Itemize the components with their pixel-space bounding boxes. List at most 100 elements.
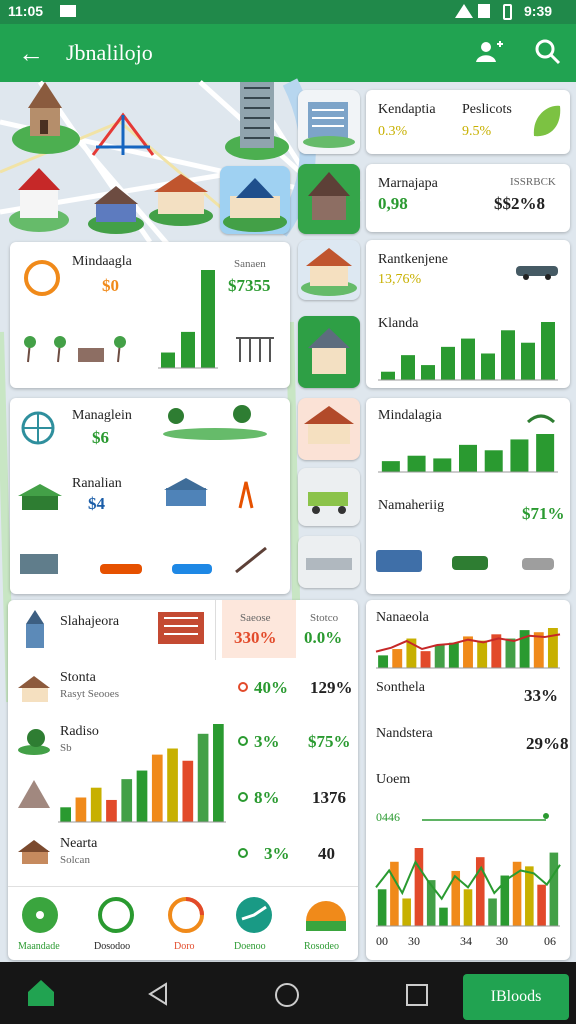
- map-tile-trailer[interactable]: [298, 536, 360, 588]
- orange-ring-icon[interactable]: [166, 895, 206, 935]
- panel-slahajeora[interactable]: Slahajeora Saeose 330% Stotco 0.0% Stont…: [8, 600, 358, 960]
- chart-bar: [541, 322, 555, 380]
- icon-label: Dosodoo: [94, 941, 131, 952]
- map-tile-office[interactable]: [298, 90, 360, 154]
- chart-bar: [378, 655, 389, 668]
- add-user-icon[interactable]: [474, 38, 503, 66]
- house-icon: [18, 676, 50, 702]
- back-arrow-icon[interactable]: ←: [18, 38, 44, 69]
- tent-icon: [18, 780, 50, 808]
- chart-bar: [161, 352, 175, 368]
- bottom-action-button[interactable]: IBloods: [463, 974, 569, 1020]
- card-managlein[interactable]: Managlein $6 Ranalian $4: [10, 398, 290, 594]
- palace-icon: [9, 168, 69, 232]
- chart-bar: [439, 907, 448, 926]
- chart-bar: [481, 353, 495, 380]
- chart-bar: [401, 355, 415, 380]
- card-value: $0: [102, 276, 119, 295]
- teal-check-icon[interactable]: [234, 895, 274, 935]
- car-icon: [516, 266, 558, 280]
- card-value: 0446: [376, 810, 400, 824]
- chart-bar: [521, 342, 535, 380]
- map-tile-cottage[interactable]: [298, 240, 360, 300]
- card-value: 29%8: [526, 734, 569, 753]
- axis-label: 06: [544, 934, 556, 948]
- tab-label: Saeose: [240, 612, 271, 624]
- status-dot-icon: [238, 682, 248, 692]
- map-tile-cart[interactable]: [298, 468, 360, 526]
- chart-card-4: [375, 628, 561, 669]
- panel-title: Slahajeora: [60, 614, 120, 629]
- map-tile-villa[interactable]: [298, 316, 360, 388]
- tab-stotco[interactable]: Stotco 0.0%: [298, 600, 358, 658]
- card-nanaeola[interactable]: Nanaeola Sonthela 33% Nandstera 29%8 Uoe…: [366, 600, 570, 960]
- mail-icon: [60, 5, 76, 17]
- chart-card-2: [378, 322, 558, 381]
- pylon-icon: [236, 337, 274, 362]
- chart-bar: [390, 861, 399, 926]
- axis-label: 30: [408, 934, 420, 948]
- table-row[interactable]: Nearta Solcan 3% 40: [8, 830, 358, 884]
- card-value: $4: [88, 494, 105, 513]
- card-mindaagla[interactable]: Mindaagla $0 Sanaen $7355: [10, 242, 290, 388]
- slider-track[interactable]: [422, 812, 552, 826]
- tab-value: 330%: [234, 628, 277, 647]
- chart-bar: [136, 770, 148, 822]
- tab-value: 0.0%: [304, 628, 343, 647]
- back-triangle-icon[interactable]: [146, 982, 170, 1006]
- mansion-icon: [149, 174, 213, 226]
- search-icon[interactable]: [535, 39, 563, 67]
- card-value: 33%: [524, 686, 558, 705]
- chart-bar: [426, 880, 436, 926]
- home-circle-icon[interactable]: [274, 982, 300, 1008]
- ferris-wheel-icon: [91, 112, 155, 156]
- green-disc-icon[interactable]: [20, 895, 60, 935]
- castle-icon: [12, 82, 80, 154]
- chart-bar: [434, 644, 445, 668]
- row-right: 1376: [312, 788, 346, 807]
- recents-square-icon[interactable]: [406, 984, 428, 1006]
- card-label: Managlein: [72, 408, 132, 423]
- card-label: Nanaeola: [376, 610, 429, 625]
- row-right: $75%: [308, 732, 351, 751]
- tower-building-icon: [225, 82, 289, 160]
- pie-icon[interactable]: [304, 895, 348, 935]
- chart-bar: [60, 807, 71, 822]
- card-mindalagia[interactable]: Mindalagia Namaheriig $71%: [366, 398, 570, 594]
- green-ring-icon[interactable]: [96, 895, 136, 935]
- home-icon[interactable]: [26, 978, 56, 1008]
- signal-icon: [478, 4, 490, 18]
- chart-bar: [201, 270, 215, 368]
- palm-trees-icon: [24, 336, 126, 363]
- card-kendaptia[interactable]: Kendaptia Peslicots 0.3% 9.5%: [366, 90, 570, 154]
- chart-bar: [75, 797, 87, 822]
- chart-bar: [167, 748, 178, 822]
- card-rantkenjene[interactable]: Rantkenjene 13,76% Klanda: [366, 240, 570, 388]
- map-tile-church[interactable]: [220, 166, 290, 234]
- battery-icon: [503, 4, 512, 20]
- map-tile-townhouse[interactable]: [298, 398, 360, 460]
- card-label: Uoem: [376, 772, 411, 787]
- card-label: Mindalagia: [378, 408, 442, 423]
- map-tile-house[interactable]: [298, 164, 360, 234]
- row-sub: Solcan: [60, 854, 90, 866]
- chart-card-1: [158, 270, 218, 369]
- chart-card-5: [375, 848, 561, 927]
- chart-bar: [525, 866, 534, 926]
- park-icon: [163, 405, 267, 440]
- row-sub: Rasyt Seooes: [60, 688, 119, 700]
- status-dot-icon: [238, 848, 248, 858]
- chart-bar: [407, 455, 426, 472]
- chart-bar: [441, 346, 455, 380]
- ring-icon: [24, 260, 60, 296]
- table-row[interactable]: Stonta Rasyt Seooes 40% 129%: [8, 664, 358, 720]
- tab-saeose[interactable]: Saeose 330%: [222, 600, 296, 658]
- chart-bar: [381, 371, 395, 380]
- temple-icon: [18, 484, 62, 510]
- card-marnajapa[interactable]: Marnajapa ISSRBCK 0,98 $$2%8: [366, 164, 570, 232]
- card-label: ISSRBCK: [510, 176, 556, 188]
- card-value: 0.3%: [378, 124, 408, 139]
- chart-bar: [505, 638, 516, 668]
- icon-label: Doro: [174, 941, 195, 952]
- bird-icon: [526, 414, 556, 424]
